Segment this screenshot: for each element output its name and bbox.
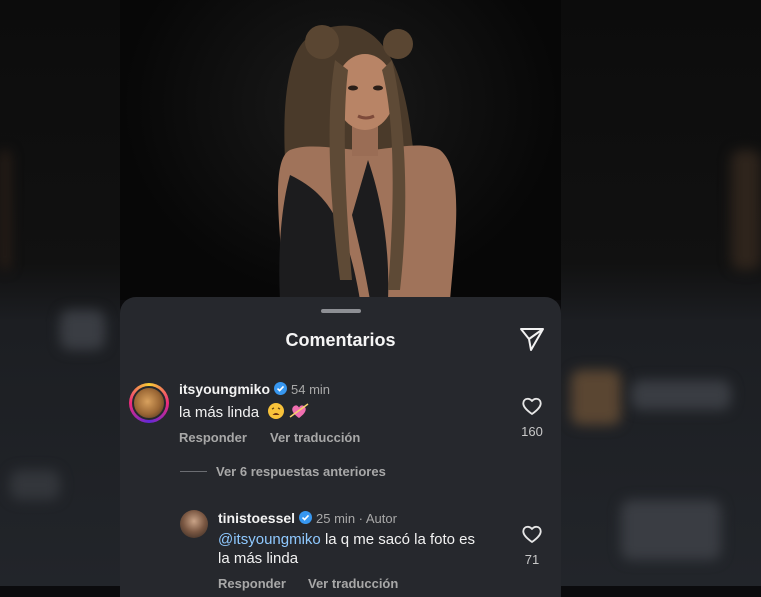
mention-link[interactable]: @itsyoungmiko [218, 531, 321, 548]
reply-button[interactable]: Responder [218, 576, 286, 591]
post-photo [120, 0, 561, 300]
sheet-title: Comentarios [285, 330, 396, 350]
comment-username[interactable]: itsyoungmiko 54 min [179, 381, 330, 397]
blurred-background-right [561, 0, 761, 586]
weary-face-emoji [267, 402, 285, 425]
translate-button[interactable]: Ver traducción [308, 576, 398, 591]
avatar-itsyoungmiko[interactable] [129, 383, 169, 423]
comment-time: 25 min · Autor [316, 511, 397, 526]
comments-sheet: Comentarios itsyoungmiko 54 min la más li… [120, 297, 561, 597]
comment-username[interactable]: tinistoessel 25 min · Autor [218, 510, 397, 526]
translate-button[interactable]: Ver traducción [270, 430, 360, 445]
heart-like-icon[interactable] [521, 524, 543, 544]
heart-like-icon[interactable] [521, 396, 543, 416]
heart-with-arrow-emoji [289, 402, 309, 425]
comment-text: @itsyoungmiko la q me sacó la foto es la … [218, 531, 476, 567]
comment-text: la más linda [179, 402, 309, 425]
verified-badge-icon [274, 382, 288, 395]
comment-time: 54 min [291, 382, 331, 397]
like-count: 160 [521, 424, 543, 439]
blurred-background-left [0, 0, 120, 586]
replies-divider [180, 471, 207, 472]
share-send-icon[interactable] [519, 326, 545, 352]
avatar-tinistoessel[interactable] [180, 510, 208, 538]
view-replies-button[interactable]: Ver 6 respuestas anteriores [216, 464, 386, 479]
verified-badge-icon [299, 511, 313, 524]
drag-handle[interactable] [321, 309, 361, 313]
like-count: 71 [524, 552, 540, 567]
reply-button[interactable]: Responder [179, 430, 247, 445]
